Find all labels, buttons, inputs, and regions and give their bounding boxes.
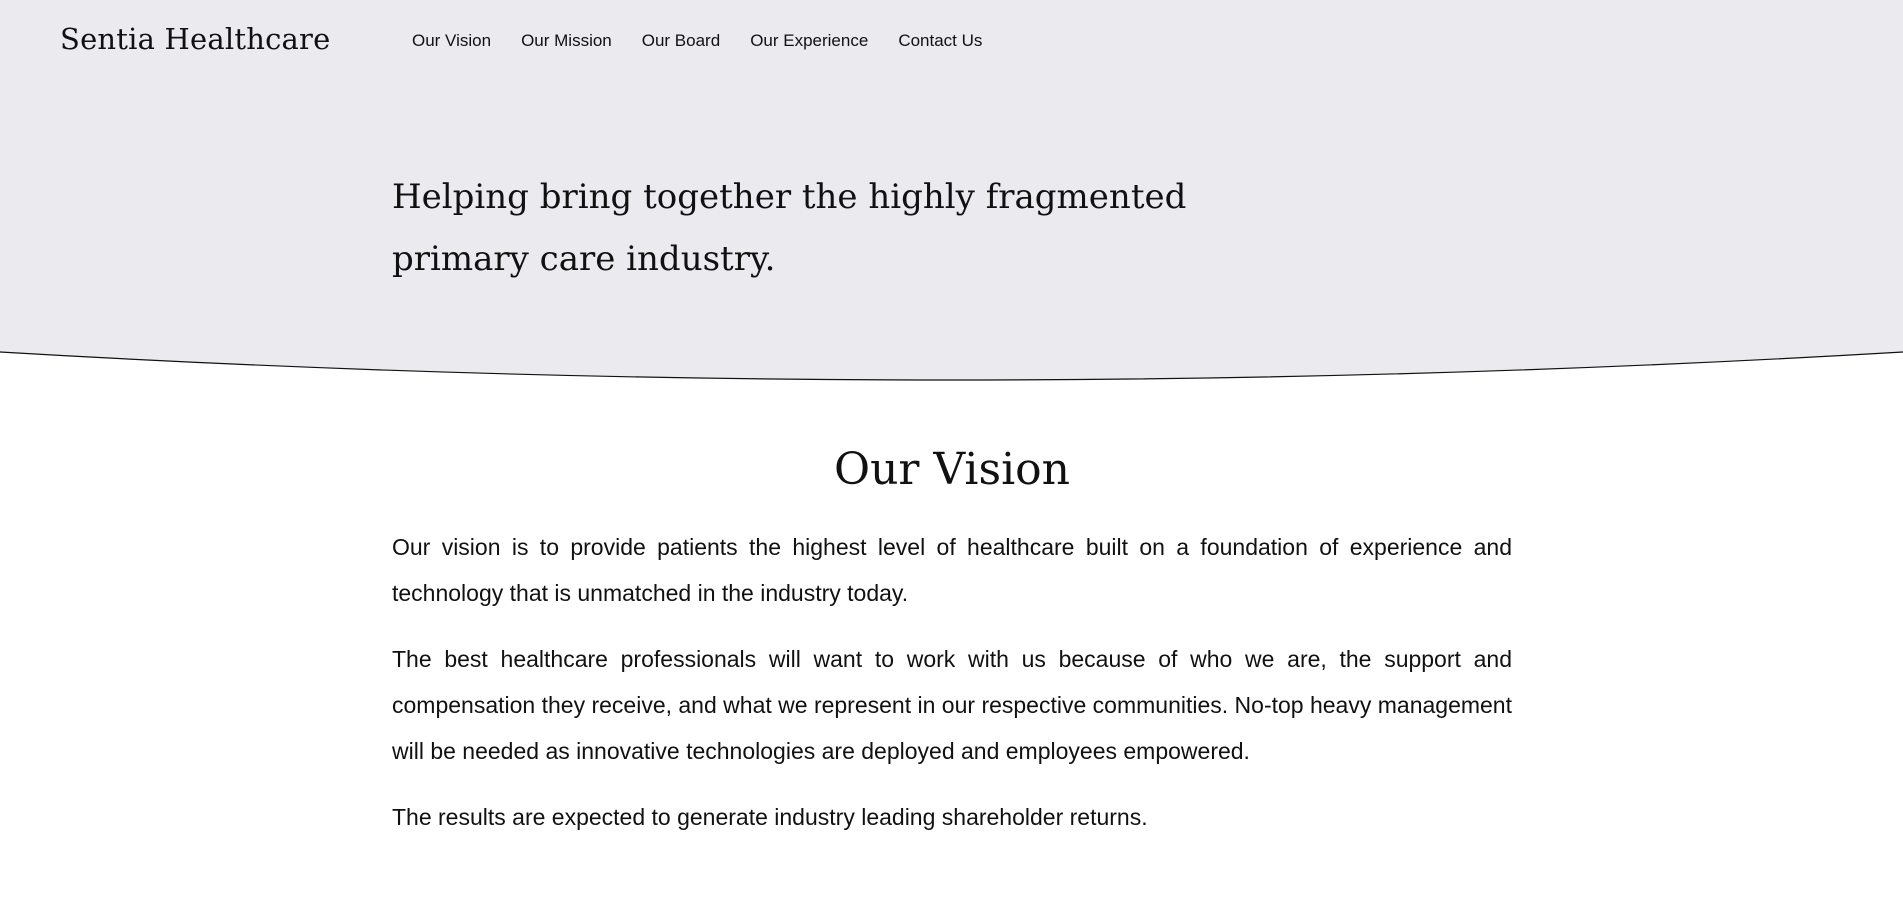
vision-paragraph-3: The results are expected to generate ind… xyxy=(392,804,1148,830)
nav-link-contact-us[interactable]: Contact Us xyxy=(898,31,982,51)
main-nav: Our Vision Our Mission Our Board Our Exp… xyxy=(412,31,1012,51)
hero-section: Sentia Healthcare Our Vision Our Mission… xyxy=(0,0,1903,390)
hero-tagline-line-2: primary care industry. xyxy=(392,239,776,279)
nav-link-our-vision[interactable]: Our Vision xyxy=(412,31,491,51)
hero-tagline: Helping bring together the highly fragme… xyxy=(392,166,1212,290)
vision-paragraph-1: Our vision is to provide patients the hi… xyxy=(392,534,1512,606)
nav-link-our-mission[interactable]: Our Mission xyxy=(521,31,612,51)
hero-tagline-line-1: Helping bring together the highly fragme… xyxy=(392,177,1187,217)
vision-paragraph-2: The best healthcare professionals will w… xyxy=(392,646,1512,764)
vision-heading: Our Vision xyxy=(834,444,1070,495)
brand-logo-text[interactable]: Sentia Healthcare xyxy=(60,22,330,56)
nav-link-our-experience[interactable]: Our Experience xyxy=(750,31,868,51)
nav-link-our-board[interactable]: Our Board xyxy=(642,31,720,51)
vision-section: Our Vision Our vision is to provide pati… xyxy=(392,438,1512,860)
